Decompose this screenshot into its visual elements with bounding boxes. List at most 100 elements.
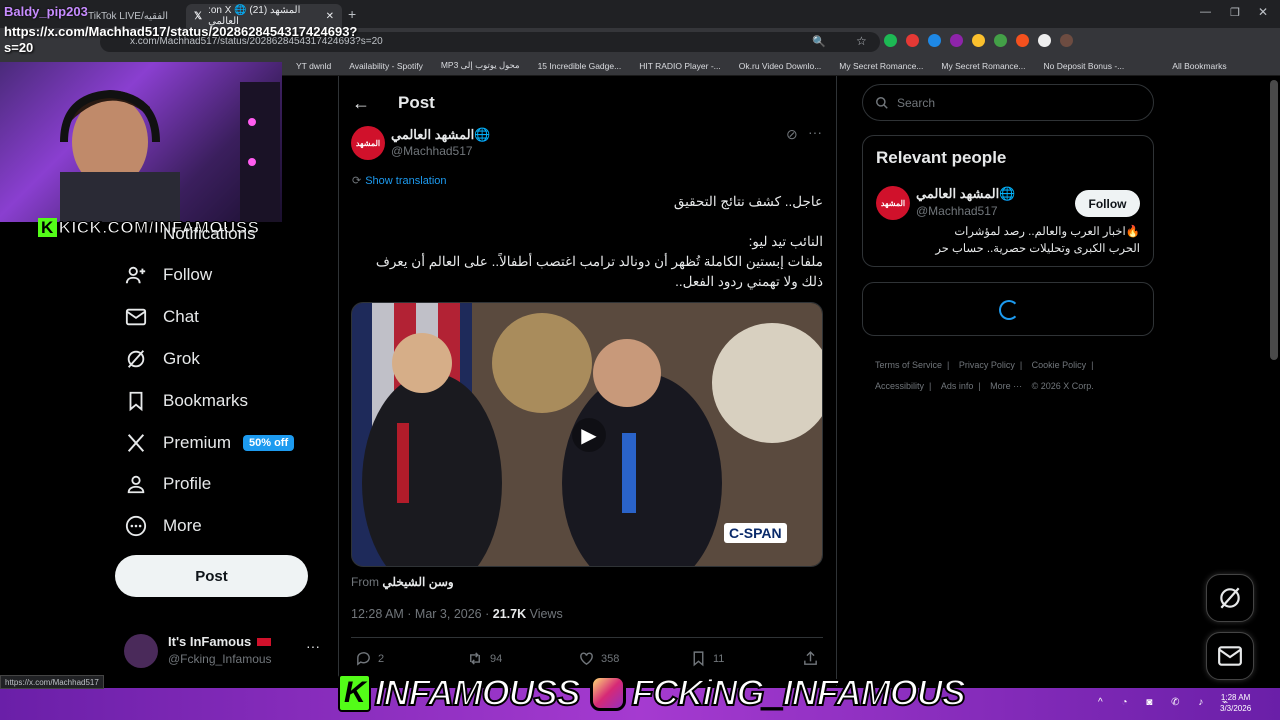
reply-button[interactable]: 2: [355, 650, 384, 667]
bookmark-item[interactable]: My Secret Romance...: [839, 61, 923, 71]
footer-link-ads[interactable]: Ads info: [941, 381, 974, 391]
x-logo-icon: [127, 434, 145, 452]
minimize-button[interactable]: —: [1200, 6, 1211, 18]
back-arrow-icon[interactable]: ←: [352, 93, 370, 114]
nav-label: Grok: [163, 349, 200, 368]
footer-link-more[interactable]: More ···: [990, 381, 1022, 391]
maximize-button[interactable]: ❐: [1230, 6, 1240, 19]
extensions-area: [884, 34, 1073, 47]
person-icon: [127, 475, 145, 494]
more-circle-icon: [125, 515, 147, 537]
extension-icon[interactable]: [1038, 34, 1051, 47]
play-icon[interactable]: ▶: [572, 418, 606, 452]
banner-ig-name: FCKiNG_INFAMOUS: [631, 671, 967, 714]
source-name[interactable]: وسن الشيخلي: [382, 575, 453, 589]
nav-label: Profile: [163, 474, 212, 493]
account-switcher[interactable]: It's InFamous @Fcking_Infamous ···: [124, 632, 324, 672]
mail-icon: [1218, 646, 1242, 666]
extension-icon[interactable]: [994, 34, 1007, 47]
show-translation-link[interactable]: ⟳ Show translation: [352, 174, 447, 188]
bookmark-item[interactable]: Ok.ru Video Downlo...: [739, 61, 822, 71]
bookmark-button[interactable]: 11: [690, 650, 724, 667]
video-source: From وسن الشيخلي: [351, 575, 454, 589]
like-button[interactable]: 358: [578, 650, 619, 667]
bookmark-item[interactable]: MP3 محول يوتوب إلى: [441, 60, 520, 71]
add-person-icon: [125, 266, 146, 284]
account-name: It's InFamous: [168, 634, 271, 649]
cspan-watermark: C-SPAN: [724, 523, 787, 543]
grok-icon: [127, 350, 145, 368]
grok-icon: [1220, 587, 1240, 609]
nav-premium[interactable]: Premium 50% off: [125, 429, 295, 457]
share-icon: [804, 651, 817, 665]
footer-link-terms[interactable]: Terms of Service: [875, 360, 942, 370]
follow-button[interactable]: Follow: [1075, 190, 1140, 217]
person-handle[interactable]: @Machhad517: [916, 204, 998, 218]
account-more-icon[interactable]: ···: [306, 638, 320, 654]
search-placeholder: Search: [897, 95, 936, 110]
window-close-button[interactable]: ✕: [1258, 5, 1268, 19]
scrollbar[interactable]: [1270, 80, 1278, 360]
extension-icon[interactable]: [950, 34, 963, 47]
post-button[interactable]: Post: [115, 555, 308, 597]
nav-chat[interactable]: Chat: [125, 303, 199, 331]
banner-kick-name: INFAMOUSS: [374, 671, 582, 714]
relevant-people-card: Relevant people المشهد 🌐المشهد العالمي @…: [862, 135, 1154, 267]
extension-icon[interactable]: [928, 34, 941, 47]
post-video[interactable]: ▶ C-SPAN: [351, 302, 823, 567]
nav-follow[interactable]: Follow: [125, 261, 212, 289]
person-avatar[interactable]: المشهد: [876, 186, 910, 220]
bookmark-item[interactable]: My Secret Romance...: [941, 61, 1025, 71]
grok-fab-button[interactable]: [1206, 574, 1254, 622]
extension-icon[interactable]: [972, 34, 985, 47]
author-handle[interactable]: @Machhad517: [391, 144, 473, 158]
extension-icon[interactable]: [884, 34, 897, 47]
star-icon[interactable]: ☆: [856, 34, 867, 48]
footer-link-accessibility[interactable]: Accessibility: [875, 381, 924, 391]
extension-icon[interactable]: [1060, 34, 1073, 47]
footer-link-privacy[interactable]: Privacy Policy: [959, 360, 1015, 370]
bookmark-item[interactable]: Availability - Spotify: [349, 61, 423, 71]
search-input[interactable]: Search: [862, 84, 1154, 121]
nav-more[interactable]: More: [125, 512, 202, 540]
footer-link-cookie[interactable]: Cookie Policy: [1032, 360, 1087, 370]
all-bookmarks-folder[interactable]: All Bookmarks: [1172, 61, 1226, 71]
stream-url-overlay: https://x.com/Machhad517/status/20286284…: [4, 24, 358, 55]
nav-label: Follow: [163, 265, 213, 284]
close-icon[interactable]: ✕: [326, 11, 334, 22]
person-bio: 🔥اخبار العرب والعالم.. رصد لمؤشرات الحرب…: [935, 226, 1140, 255]
grok-explain-icon[interactable]: ⊘: [786, 126, 798, 143]
reply-icon: [357, 652, 370, 666]
stream-banner: K INFAMOUSS FCKiNG_INFAMOUS: [338, 671, 967, 714]
zoom-icon[interactable]: 🔍: [812, 35, 826, 48]
bookmark-item[interactable]: YT dwnld: [296, 61, 331, 71]
kick-logo-icon: K: [338, 674, 371, 712]
nav-bookmarks[interactable]: Bookmarks: [125, 387, 248, 415]
post-text-line: عاجل.. كشف نتائج التحقيق: [673, 194, 823, 209]
bookmark-item[interactable]: No Deposit Bonus -...: [1043, 61, 1124, 71]
repost-button[interactable]: 94: [466, 650, 502, 667]
new-tab-button[interactable]: +: [348, 6, 356, 22]
share-button[interactable]: [802, 650, 825, 667]
author-name[interactable]: 🌐المشهد العالمي: [391, 127, 490, 143]
bookmark-item[interactable]: 15 Incredible Gadge...: [538, 61, 622, 71]
search-icon: [876, 96, 888, 109]
system-tray-icons[interactable]: ^ ◔ ◙ ✆ ♪ ⌁: [1098, 697, 1236, 708]
extension-icon[interactable]: [906, 34, 919, 47]
nav-profile[interactable]: Profile: [125, 470, 211, 498]
mail-icon: [125, 308, 147, 326]
translate-icon: ⟳: [352, 175, 362, 187]
nav-grok[interactable]: Grok: [125, 345, 200, 373]
heart-icon: [580, 652, 593, 666]
post-more-icon[interactable]: ···: [808, 124, 822, 140]
author-avatar[interactable]: المشهد: [351, 126, 385, 160]
nav-label: Chat: [163, 307, 199, 326]
bookmark-item[interactable]: HIT RADIO Player -...: [639, 61, 721, 71]
messages-fab-button[interactable]: [1206, 632, 1254, 680]
nav-notifications[interactable]: Notifications: [125, 220, 256, 248]
nav-label: Premium: [163, 433, 232, 452]
account-handle: @Fcking_Infamous: [168, 652, 272, 666]
webcam-feed: [0, 62, 282, 222]
extension-icon[interactable]: [1016, 34, 1029, 47]
person-name[interactable]: 🌐المشهد العالمي: [916, 186, 1015, 202]
